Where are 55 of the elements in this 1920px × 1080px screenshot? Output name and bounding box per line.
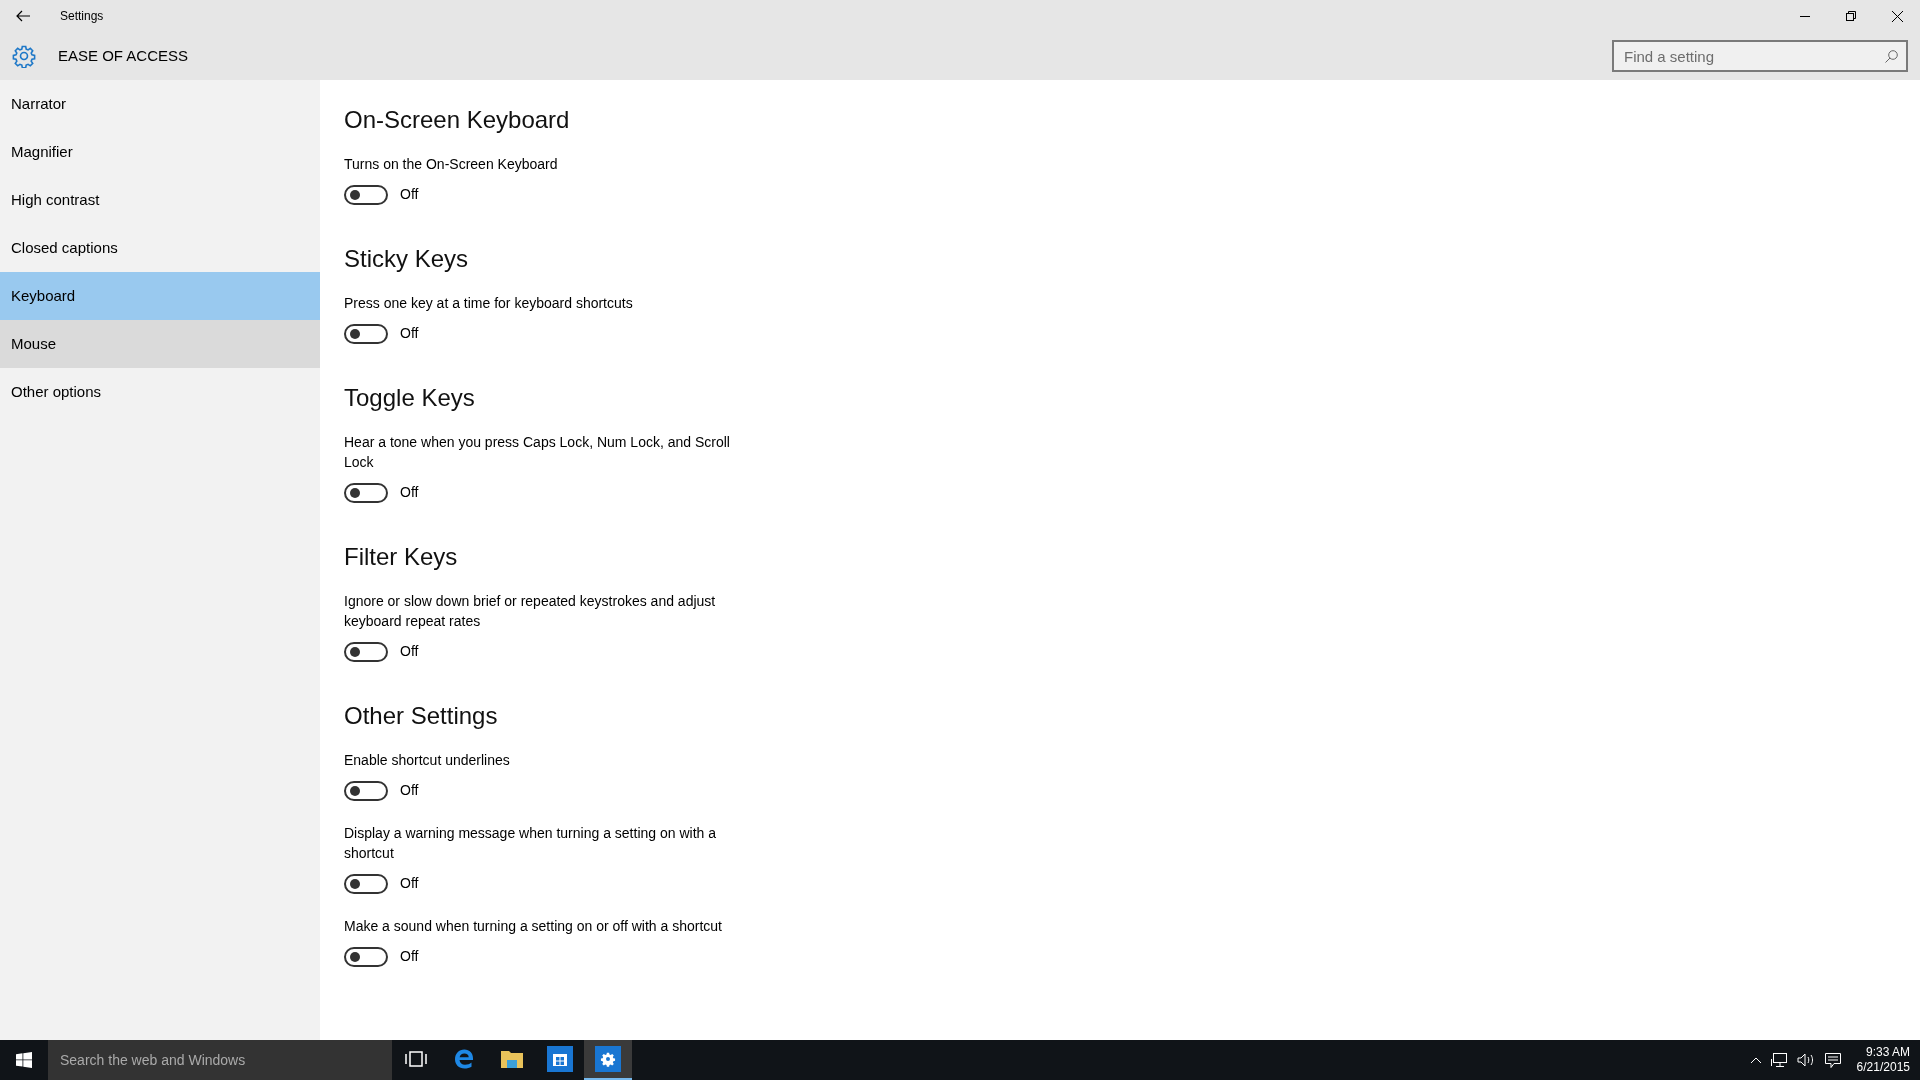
setting-description: Hear a tone when you press Caps Lock, Num Lock, and Scroll Lock [344,433,731,472]
store-icon [547,1046,573,1072]
toggle-switch[interactable] [344,641,388,662]
folder-icon [500,1048,524,1070]
section-heading: On-Screen Keyboard [344,105,571,135]
toggle-state-label: Off [400,324,419,343]
section-heading: Sticky Keys [344,244,470,274]
setting-description: Turns on the On-Screen Keyboard [344,155,559,174]
settings-icon [595,1046,621,1072]
toggle-state-label: Off [400,483,419,502]
back-arrow-icon [16,10,30,22]
sidebar-item[interactable]: Mouse [0,320,320,368]
setting-description: Display a warning message when turning a setting on with a shortcut [344,824,717,863]
toggle-switch[interactable] [344,780,388,801]
gear-icon [12,44,36,68]
page-title: EASE OF ACCESS [58,45,189,66]
sidebar-item[interactable]: Narrator [0,80,320,128]
browser-icon [452,1047,476,1071]
sidebar-item[interactable]: Closed captions [0,224,320,272]
monitor-icon [1770,1053,1787,1067]
clock[interactable]: 9:33 AM 6/21/2015 [1856,1045,1910,1075]
minimize-icon [1800,15,1810,17]
section-heading: Filter Keys [344,542,459,572]
search-field[interactable]: Find a setting [1612,40,1908,72]
sidebar-item[interactable]: High contrast [0,176,320,224]
toggle-switch[interactable] [344,184,388,205]
taskbar-search-field[interactable]: Search the web and Windows [48,1040,392,1080]
sidebar-item[interactable]: Other options [0,368,320,416]
toggle-state-label: Off [400,781,419,800]
toggle-switch[interactable] [344,323,388,344]
toggle-state-label: Off [400,185,419,204]
speaker-icon [1796,1053,1815,1067]
section-heading: Other Settings [344,701,499,731]
taskbar-button[interactable] [584,1040,632,1080]
toggle-switch[interactable] [344,482,388,503]
toggle-switch[interactable] [344,946,388,967]
windows-logo-icon [16,1052,32,1068]
toggle-switch[interactable] [344,873,388,894]
sidebar-item[interactable]: Magnifier [0,128,320,176]
window-title: Settings [60,8,104,25]
chevron-up-icon [1750,1057,1761,1063]
toggle-state-label: Off [400,874,419,893]
setting-description: Enable shortcut underlines [344,751,511,770]
section-heading: Toggle Keys [344,383,476,413]
notification-icon [1824,1052,1841,1068]
toggle-state-label: Off [400,642,419,661]
close-icon [1891,10,1903,22]
setting-description: Ignore or slow down brief or repeated keystrokes and adjust keyboard repeat rates [344,592,717,631]
task-view-icon [405,1050,427,1068]
search-icon [1885,50,1898,63]
restore-icon [1846,11,1856,21]
sidebar-item[interactable]: Keyboard [0,272,320,320]
setting-description: Make a sound when turning a setting on or off with a shortcut [344,917,723,936]
toggle-state-label: Off [400,947,419,966]
setting-description: Press one key at a time for keyboard shortcuts [344,294,634,313]
